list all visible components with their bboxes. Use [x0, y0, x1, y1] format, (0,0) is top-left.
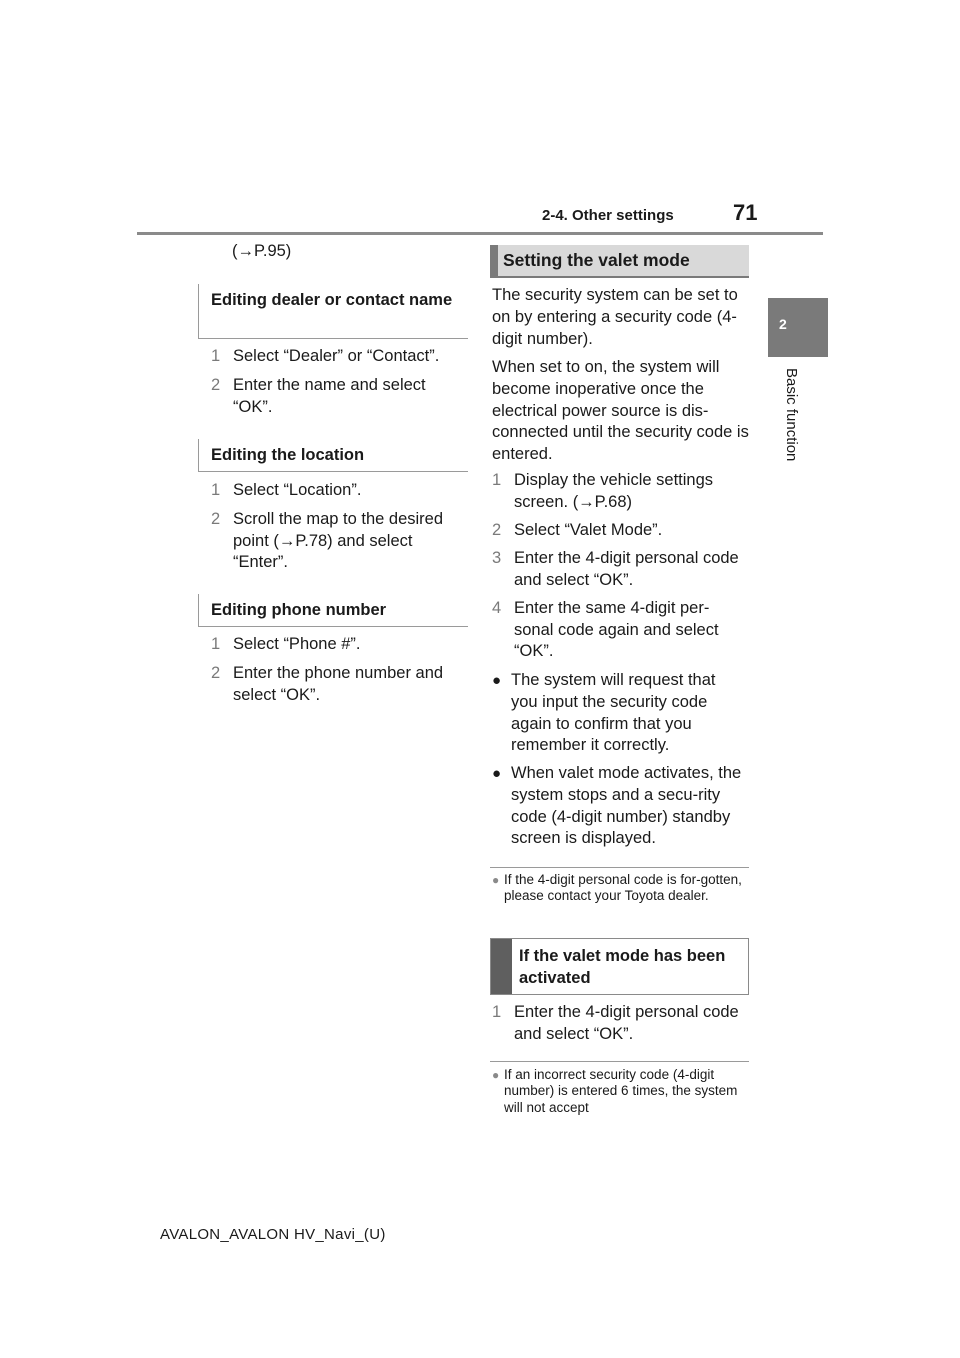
step-item: 1 Select “Location”. — [211, 480, 469, 502]
step-text: Enter the 4-digit personal code and sele… — [514, 549, 739, 589]
step-number: 2 — [211, 376, 221, 394]
header-divider — [137, 232, 823, 235]
bullet-text: When valet mode activates, the system st… — [511, 764, 742, 848]
section-title: 2-4. Other settings — [542, 207, 674, 224]
document-id: AVALON_AVALON HV_Navi_(U) — [160, 1226, 386, 1243]
note-divider — [490, 1061, 749, 1062]
bullet-icon: ● — [492, 765, 502, 782]
step-text: Enter the 4-digit personal code and sele… — [514, 1003, 739, 1043]
step-number: 2 — [211, 510, 221, 528]
step-item: 1 Select “Dealer” or “Contact”. — [211, 346, 469, 368]
section-heading-valet-mode: Setting the valet mode — [490, 245, 749, 278]
step-number: 2 — [211, 664, 221, 682]
note-bullet-icon: ● — [492, 873, 500, 887]
note-text: If an incorrect security code (4-digit n… — [504, 1067, 738, 1115]
step-text: Select “Location”. — [233, 481, 362, 499]
step-number: 4 — [492, 599, 502, 617]
subheading-phone: Editing phone number — [198, 594, 468, 627]
note-bullet-icon: ● — [492, 1068, 500, 1082]
note-item: ● If the 4-digit personal code is for-go… — [492, 872, 754, 905]
step-item: 4 Enter the same 4-digit per-sonal code … — [492, 598, 748, 663]
subsection-heading-text: If the valet mode has been activated — [519, 947, 726, 987]
note-item: ● If an incorrect security code (4-digit… — [492, 1067, 747, 1116]
step-number: 1 — [492, 1003, 502, 1021]
step-text: Select “Dealer” or “Contact”. — [233, 347, 440, 365]
step-item: 1 Display the vehicle settings screen. (… — [492, 470, 742, 513]
step-text: Enter the phone number and select “OK”. — [233, 664, 444, 704]
heading-accent-bar — [490, 245, 498, 276]
step-number: 1 — [492, 471, 502, 489]
step-text: Select “Valet Mode”. — [514, 521, 663, 539]
bullet-item: ● The system will request that you input… — [492, 670, 742, 757]
step-text: Scroll the map to the desired point (→P.… — [233, 510, 444, 571]
chapter-label: Basic function — [783, 368, 800, 462]
step-item: 1 Enter the 4-digit personal code and se… — [492, 1002, 742, 1045]
bullet-icon: ● — [492, 672, 502, 689]
step-text: Enter the name and select “OK”. — [233, 376, 426, 416]
step-number: 3 — [492, 549, 502, 567]
heading-accent-bar — [491, 939, 512, 994]
step-item: 1 Select “Phone #”. — [211, 634, 469, 656]
step-text: Select “Phone #”. — [233, 635, 361, 653]
note-text: If the 4-digit personal code is for-gott… — [504, 872, 742, 904]
step-text: Display the vehicle settings screen. (→P… — [514, 471, 714, 511]
page-reference: (→P.95) — [232, 242, 292, 260]
section-heading-text: Setting the valet mode — [503, 250, 690, 270]
note-divider — [490, 867, 749, 868]
step-item: 2 Enter the phone number and select “OK”… — [211, 663, 469, 706]
subheading-dealer-contact: Editing dealer or contact name — [198, 284, 468, 339]
step-number: 1 — [211, 347, 221, 365]
step-number: 1 — [211, 635, 221, 653]
step-item: 3 Enter the 4-digit personal code and se… — [492, 548, 742, 591]
step-number: 2 — [492, 521, 502, 539]
page-number: 71 — [733, 200, 758, 225]
step-item: 2 Select “Valet Mode”. — [492, 520, 742, 542]
subsection-heading-activated: If the valet mode has been activated — [490, 938, 749, 995]
chapter-tab: 2 — [768, 298, 828, 357]
step-item: 2 Scroll the map to the desired point (→… — [211, 509, 469, 574]
step-number: 1 — [211, 481, 221, 499]
step-text: Enter the same 4-digit per-sonal code ag… — [514, 599, 719, 660]
subheading-location: Editing the location — [198, 439, 468, 472]
bullet-text: The system will request that you input t… — [511, 671, 716, 755]
step-item: 2 Enter the name and select “OK”. — [211, 375, 451, 418]
bullet-item: ● When valet mode activates, the system … — [492, 763, 748, 850]
chapter-number: 2 — [779, 316, 787, 332]
intro-paragraph: The security system can be set to on by … — [492, 286, 738, 348]
intro-paragraph: When set to on, the system will become i… — [492, 358, 749, 464]
